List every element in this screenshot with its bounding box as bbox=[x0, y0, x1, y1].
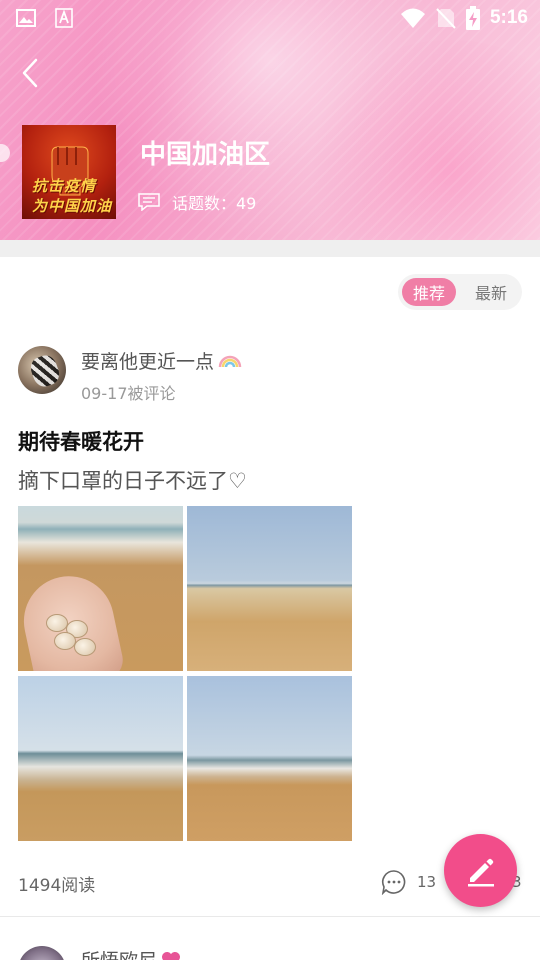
battery-charging-icon bbox=[465, 6, 480, 30]
post-divider bbox=[0, 916, 540, 917]
section-divider bbox=[0, 240, 540, 257]
comment-icon[interactable] bbox=[381, 869, 407, 895]
shell-shape bbox=[54, 632, 76, 650]
shell-shape bbox=[46, 614, 68, 632]
font-icon bbox=[55, 8, 73, 28]
sort-toggle: 推荐 最新 bbox=[398, 274, 522, 310]
wifi-icon bbox=[400, 8, 425, 28]
topic-count-label: 话题数：49 bbox=[172, 194, 257, 213]
read-count: 1494阅读 bbox=[18, 876, 96, 896]
hand-shape bbox=[18, 567, 127, 671]
post-author[interactable]: 所悟欧尼 bbox=[81, 946, 181, 960]
author-name: 所悟欧尼 bbox=[81, 946, 157, 960]
post-author[interactable]: 要离他更近一点 bbox=[81, 347, 242, 374]
status-bar: 5:16 bbox=[0, 0, 540, 36]
shell-shape bbox=[74, 638, 96, 656]
rainbow-icon bbox=[218, 355, 242, 367]
post-image-1[interactable] bbox=[18, 506, 183, 671]
image-icon bbox=[16, 9, 36, 27]
pencil-icon bbox=[467, 858, 494, 886]
avatar[interactable] bbox=[18, 346, 66, 394]
topic-cover-image: 抗击疫情 为中国加油 bbox=[22, 125, 116, 219]
cover-caption-line1: 抗击疫情 bbox=[32, 177, 97, 195]
post-image-3[interactable] bbox=[18, 676, 183, 841]
sort-latest-tab[interactable]: 最新 bbox=[464, 278, 518, 306]
comment-count: 13 bbox=[417, 873, 437, 891]
back-button[interactable] bbox=[14, 56, 48, 90]
post-title[interactable]: 期待春暖花开 bbox=[18, 426, 144, 456]
heart-icon bbox=[162, 951, 181, 960]
post-image-2[interactable] bbox=[187, 506, 352, 671]
post-body[interactable]: 摘下口罩的日子不远了♡ bbox=[18, 465, 247, 495]
post-meta: 09-17被评论 bbox=[81, 384, 176, 403]
avatar[interactable] bbox=[18, 946, 66, 960]
cover-caption-line2: 为中国加油 bbox=[32, 197, 113, 215]
chevron-left-icon bbox=[22, 58, 38, 88]
topic-count: 话题数：49 bbox=[138, 190, 256, 214]
status-time: 5:16 bbox=[489, 7, 528, 28]
topic-title: 中国加油区 bbox=[140, 140, 271, 170]
author-name: 要离他更近一点 bbox=[81, 351, 215, 373]
message-icon bbox=[138, 193, 160, 211]
post-image-4[interactable] bbox=[187, 676, 352, 841]
no-sim-icon bbox=[436, 8, 456, 29]
compose-post-button[interactable] bbox=[444, 834, 517, 907]
sort-recommended-tab[interactable]: 推荐 bbox=[402, 278, 456, 306]
